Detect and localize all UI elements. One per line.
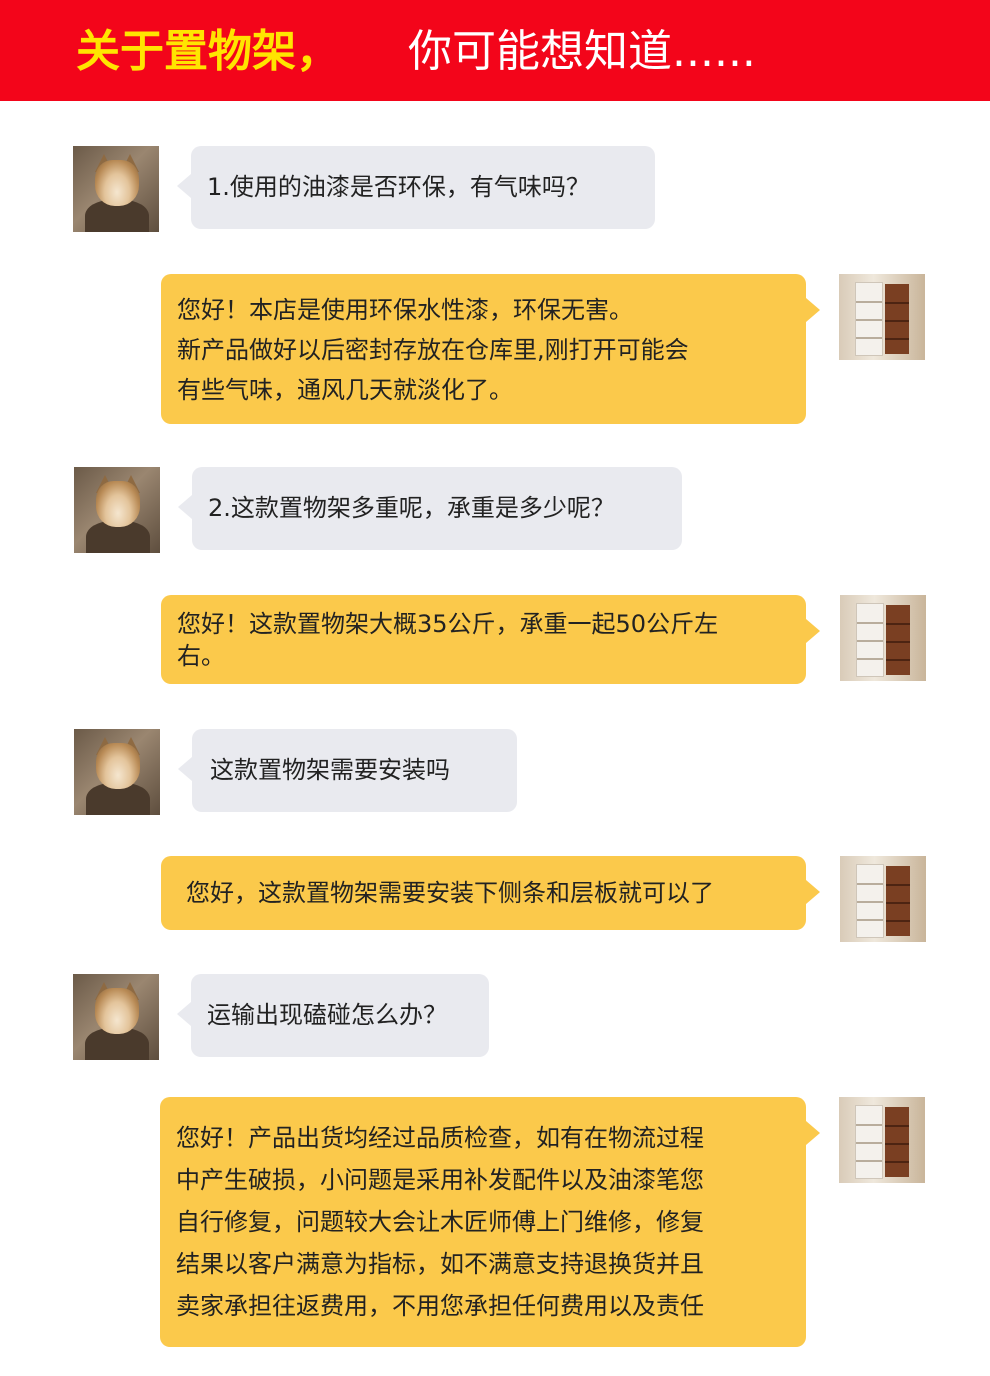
customer-avatar — [73, 146, 159, 232]
question-bubble: 这款置物架需要安装吗 — [178, 729, 517, 812]
question-text: 这款置物架需要安装吗 — [210, 756, 450, 784]
customer-avatar — [74, 729, 160, 815]
white-shelf — [855, 282, 883, 356]
answer-bubble: 您好，这款置物架需要安装下侧条和层板就可以了 — [161, 856, 820, 930]
question-text: 2.这款置物架多重呢，承重是多少呢？ — [208, 494, 615, 522]
customer-avatar — [74, 467, 160, 553]
brown-shelf — [886, 866, 910, 936]
header-title-highlight: 关于置物架， — [76, 26, 340, 77]
white-shelf — [856, 864, 884, 938]
brown-shelf — [886, 605, 910, 675]
answer-bubble: 您好！产品出货均经过品质检查，如有在物流过程 中产生破损，小问题是采用补发配件以… — [160, 1097, 820, 1347]
answer-line: 您好！这款置物架大概35公斤，承重一起50公斤左 — [177, 610, 719, 638]
question-text: 1.使用的油漆是否环保，有气味吗？ — [207, 173, 590, 201]
seller-avatar — [839, 1097, 925, 1183]
answer-line: 您好，这款置物架需要安装下侧条和层板就可以了 — [186, 879, 714, 907]
seller-avatar — [840, 856, 926, 942]
answer-line: 中产生破损，小问题是采用补发配件以及油漆笔您 — [176, 1166, 704, 1194]
answer-bubble: 您好！本店是使用环保水性漆，环保无害。 新产品做好以后密封存放在仓库里,刚打开可… — [161, 274, 820, 424]
answer-line: 新产品做好以后密封存放在仓库里,刚打开可能会 — [177, 336, 689, 364]
dog-face — [96, 743, 140, 789]
question-bubble: 运输出现磕碰怎么办？ — [177, 974, 489, 1057]
header-title-rest: 你可能想知道...... — [408, 26, 756, 77]
seller-avatar — [840, 595, 926, 681]
question-text: 运输出现磕碰怎么办？ — [207, 1001, 447, 1029]
question-bubble: 1.使用的油漆是否环保，有气味吗？ — [177, 146, 655, 229]
page-header: 关于置物架， 你可能想知道...... — [0, 0, 990, 101]
white-shelf — [855, 1105, 883, 1179]
question-bubble: 2.这款置物架多重呢，承重是多少呢？ — [178, 467, 682, 550]
answer-line: 结果以客户满意为指标，如不满意支持退换货并且 — [176, 1250, 704, 1278]
answer-line: 右。 — [177, 642, 225, 670]
answer-line: 卖家承担往返费用，不用您承担任何费用以及责任 — [176, 1292, 704, 1320]
answer-line: 您好！产品出货均经过品质检查，如有在物流过程 — [176, 1124, 704, 1152]
white-shelf — [856, 603, 884, 677]
answer-line: 有些气味，通风几天就淡化了。 — [177, 376, 513, 404]
dog-face — [95, 988, 139, 1034]
brown-shelf — [885, 284, 909, 354]
customer-avatar — [73, 974, 159, 1060]
dog-face — [96, 481, 140, 527]
seller-avatar — [839, 274, 925, 360]
answer-line: 您好！本店是使用环保水性漆，环保无害。 — [177, 296, 633, 324]
answer-bubble: 您好！这款置物架大概35公斤，承重一起50公斤左 右。 — [161, 595, 820, 684]
answer-line: 自行修复，问题较大会让木匠师傅上门维修，修复 — [176, 1208, 704, 1236]
brown-shelf — [885, 1107, 909, 1177]
dog-face — [95, 160, 139, 206]
